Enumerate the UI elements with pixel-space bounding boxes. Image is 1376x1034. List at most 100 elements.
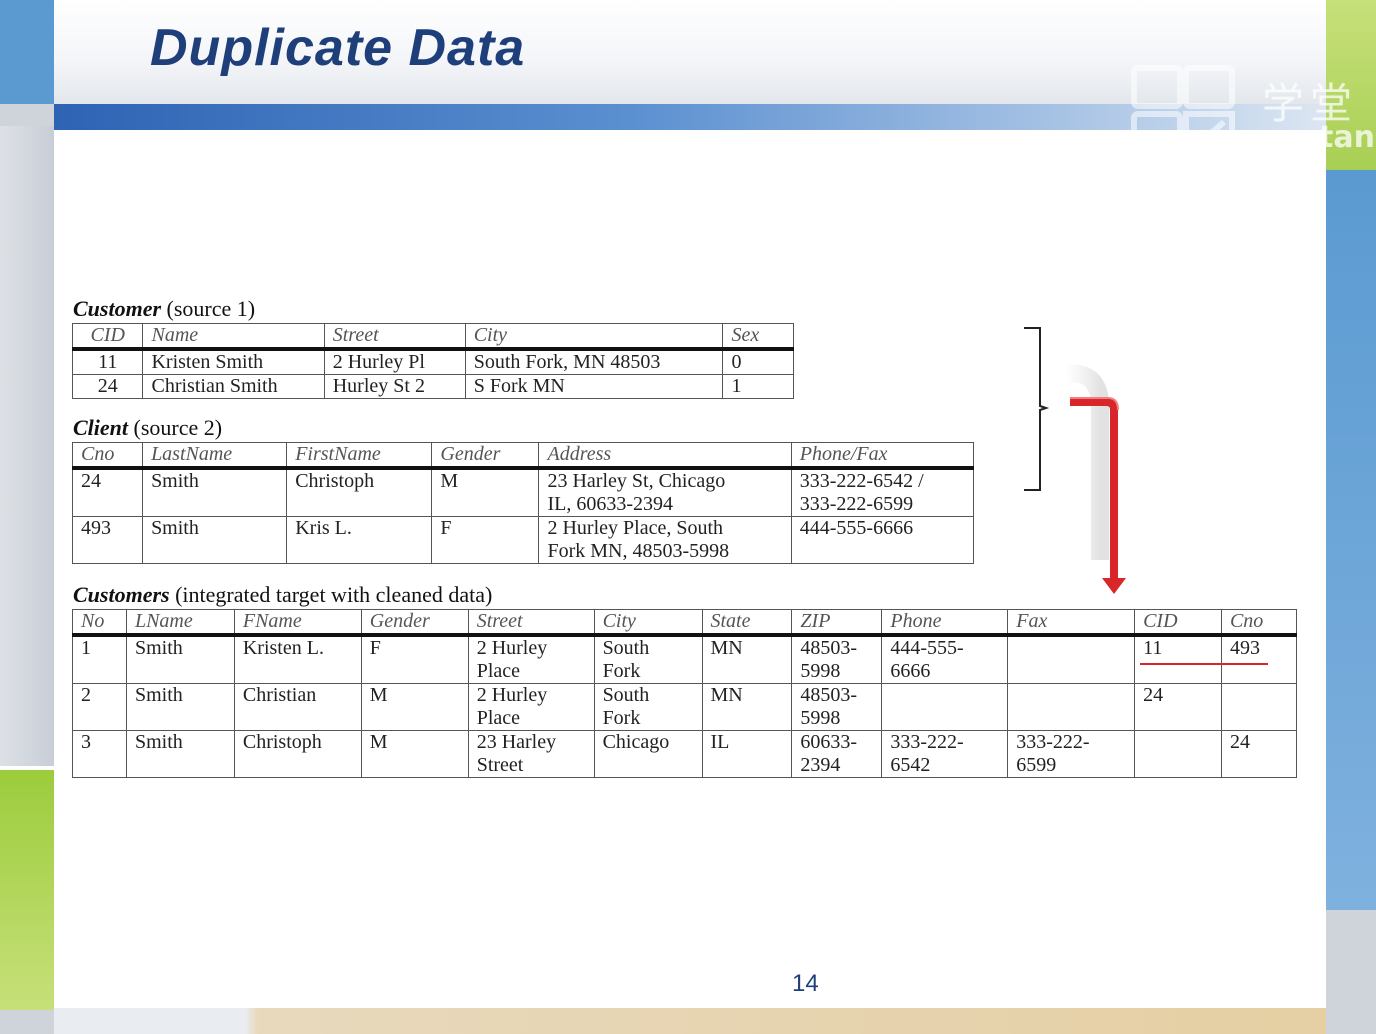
table-row: 493 Smith Kris L. F 2 Hurley Place, South Fo…: [71, 516, 975, 564]
decor-left-bottom-block: [0, 1010, 54, 1034]
table-row: 24 Christian Smith Hurley St 2S Fork MN 1: [71, 374, 794, 399]
column-header: ZIP: [791, 609, 883, 637]
table-cell: [1007, 683, 1136, 731]
column-header: Sex: [722, 323, 794, 351]
table-cell: M: [360, 683, 469, 731]
table-cell: 0: [722, 348, 794, 375]
table-cell: [881, 683, 1009, 731]
table-cell: Smith: [142, 467, 288, 517]
table-cell: 3: [72, 730, 127, 778]
table-cell: M: [360, 730, 469, 778]
table-cell: Smith: [125, 683, 235, 731]
customer-table-caption: Customer (source 1): [73, 296, 255, 322]
column-header: LName: [125, 609, 235, 637]
decor-right-blue-block: [1326, 170, 1376, 910]
table-cell: Christian: [233, 683, 362, 731]
decor-left-gray-band: [0, 126, 54, 766]
table-cell: 333-222- 6599: [1007, 730, 1136, 778]
table-cell: [1134, 730, 1222, 778]
table-cell: Chicago: [593, 730, 703, 778]
table-cell: 24: [1134, 683, 1222, 731]
table-cell: 60633- 2394: [791, 730, 883, 778]
table-cell: 23 Harley St, Chicago IL, 60633-2394: [538, 467, 792, 517]
customer-caption-name: Customer: [73, 296, 162, 321]
table-cell: [1220, 683, 1298, 731]
table-cell: S Fork MN: [464, 374, 724, 399]
table-cell: [1007, 634, 1136, 684]
table-cell: F: [360, 634, 469, 684]
table-cell: 1: [72, 634, 127, 684]
table-cell: Christian Smith: [142, 374, 325, 399]
table-cell: Kristen L.: [233, 634, 362, 684]
table-row: 1 Smith Kristen L. F 2 Hurley Place South For…: [72, 634, 1298, 684]
column-header: FName: [233, 609, 362, 637]
table-cell: F: [431, 516, 540, 564]
table-row: 11 Kristen Smith 2 Hurley Pl South Fork, MN…: [71, 348, 794, 375]
column-header: Gender: [360, 609, 469, 637]
table-row: 24 Smith Christoph M 23 Harley St, Chicago I…: [71, 467, 975, 517]
column-header: State: [701, 609, 793, 637]
column-header: Address: [538, 442, 792, 470]
table-cell: 11: [1134, 634, 1222, 684]
decor-left-green-block: [0, 770, 54, 1010]
client-caption-name: Client: [73, 415, 129, 440]
client-table-caption: Client (source 2): [73, 415, 222, 441]
table-cell: Smith: [125, 730, 235, 778]
client-caption-suffix: (source 2): [128, 415, 223, 440]
table-cell: South Fork, MN 48503: [464, 348, 724, 375]
page-number: 14: [792, 970, 819, 997]
table-cell: Smith: [125, 634, 235, 684]
table-row: 2 Smith Christian M 2 Hurley Place South Fork…: [72, 683, 1298, 731]
table-cell: 2 Hurley Pl: [323, 348, 466, 375]
table-cell: South Fork: [593, 683, 703, 731]
table-row: 3 Smith Christoph M 23 Harley Street Chicago I…: [72, 730, 1298, 778]
column-header: LastName: [142, 442, 288, 470]
table-cell: 24: [71, 374, 144, 399]
table-cell: Kristen Smith: [142, 348, 325, 375]
table-cell: 333-222- 6542: [881, 730, 1009, 778]
column-header: CID: [1134, 609, 1222, 637]
table-cell: 11: [71, 348, 144, 375]
table-cell: M: [431, 467, 540, 517]
table-cell: 48503- 5998: [791, 683, 883, 731]
table-cell: MN: [701, 634, 793, 684]
table-cell: Kris L.: [286, 516, 433, 564]
table-cell: 333-222-6542 / 333-222-6599: [790, 467, 975, 517]
customers-table: No LName FName Gender Street City State ZIP Phon…: [72, 609, 1298, 778]
slide-title: Duplicate Data: [150, 19, 526, 77]
column-header: No: [72, 609, 127, 637]
table-cell: 493: [1220, 634, 1298, 684]
table-cell: Christoph: [286, 467, 433, 517]
decor-left-blue-block: [0, 0, 54, 104]
customers-caption-suffix: (integrated target with cleaned data): [169, 582, 493, 607]
table-cell: 2 Hurley Place: [467, 634, 595, 684]
table-cell: IL: [701, 730, 793, 778]
table-cell: 493: [71, 516, 144, 564]
table-cell: 24: [1220, 730, 1298, 778]
column-header: Name: [142, 323, 325, 351]
customer-table: CID Name Street City Sex 11 Kristen Smith 2 Hu…: [71, 323, 794, 399]
decor-left-gray-block: [0, 104, 54, 126]
column-header: Street: [323, 323, 466, 351]
footer-band: [54, 1008, 1326, 1034]
column-header: Gender: [431, 442, 540, 470]
table-cell: 24: [71, 467, 144, 517]
table-cell: Christoph: [233, 730, 362, 778]
table-cell: 2 Hurley Place, South Fork MN, 48503-599…: [538, 516, 792, 564]
column-header: Street: [467, 609, 595, 637]
decor-right-gray-block: [1326, 910, 1376, 1034]
column-header: Phone: [881, 609, 1009, 637]
column-header: FirstName: [286, 442, 433, 470]
watermark-en-text: xuetan: [1258, 120, 1375, 155]
column-header: City: [464, 323, 724, 351]
table-cell: 48503- 5998: [791, 634, 883, 684]
table-cell: 444-555- 6666: [881, 634, 1009, 684]
customers-table-caption: Customers (integrated target with cleane…: [73, 582, 492, 608]
table-cell: 23 Harley Street: [467, 730, 595, 778]
table-cell: Hurley St 2: [323, 374, 466, 399]
column-header: CID: [71, 323, 144, 351]
client-table: Cno LastName FirstName Gender Address Phone/F…: [71, 442, 975, 564]
table-cell: 2 Hurley Place: [467, 683, 595, 731]
table-cell: MN: [701, 683, 793, 731]
table-cell: 1: [722, 374, 794, 399]
